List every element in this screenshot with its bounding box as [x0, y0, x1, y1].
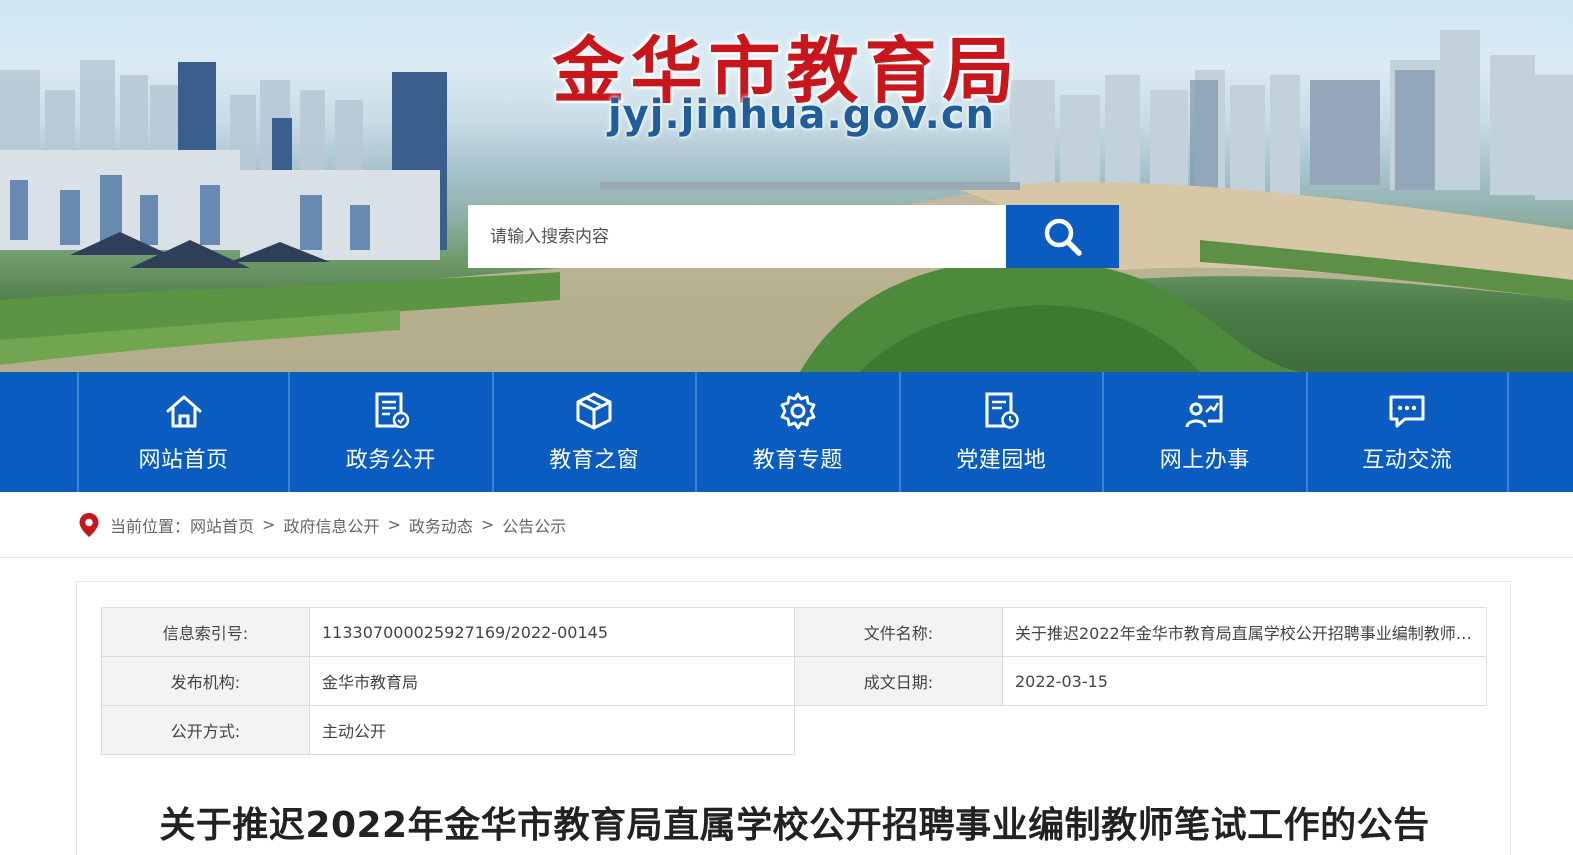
document-clock-icon — [985, 392, 1019, 429]
nav-item-party-building[interactable]: 党建园地 — [898, 372, 1103, 492]
home-icon — [166, 395, 201, 428]
publisher-label: 发布机构: — [101, 656, 310, 706]
chat-bubble-icon — [1389, 395, 1425, 428]
nav-item-gov-affairs[interactable]: 政务公开 — [288, 372, 492, 492]
breadcrumb-home[interactable]: 网站首页 — [190, 513, 254, 537]
nav-label: 网上办事 — [1159, 448, 1250, 473]
nav-item-education-topics[interactable]: 教育专题 — [695, 372, 899, 492]
breadcrumb-separator: > — [480, 515, 495, 534]
nav-label: 教育之窗 — [549, 448, 640, 473]
search-input[interactable] — [468, 205, 1006, 268]
nav-label: 政务公开 — [345, 448, 436, 473]
nav-label: 教育专题 — [752, 448, 843, 473]
nav-item-home[interactable]: 网站首页 — [77, 372, 288, 492]
search-button[interactable] — [1006, 205, 1119, 268]
index-number-label: 信息索引号: — [101, 607, 310, 657]
magnifier-icon — [1044, 218, 1082, 256]
document-name-label: 文件名称: — [794, 607, 1003, 657]
nav-label: 党建园地 — [956, 448, 1047, 473]
header-banner: 金华市教育局 jyj.jinhua.gov.cn — [0, 0, 1573, 372]
nav-label: 网站首页 — [138, 448, 229, 473]
date-value: 2022-03-15 — [1002, 656, 1487, 706]
document-seal-icon — [375, 392, 409, 429]
site-domain: jyj.jinhua.gov.cn — [607, 92, 996, 138]
disclosure-method-label: 公开方式: — [101, 705, 310, 755]
breadcrumb-separator: > — [262, 515, 276, 534]
nav-item-education-window[interactable]: 教育之窗 — [491, 372, 696, 492]
user-chart-icon — [1185, 395, 1223, 428]
date-label: 成文日期: — [794, 656, 1003, 706]
breadcrumb-prefix: 当前位置： — [110, 516, 191, 536]
nav-item-interaction[interactable]: 互动交流 — [1305, 372, 1509, 492]
article-title: 关于推迟2022年金华市教育局直属学校公开招聘事业编制教师笔试工作的公告 — [159, 805, 1430, 846]
nav-item-online-services[interactable]: 网上办事 — [1102, 372, 1306, 492]
breadcrumb-notices[interactable]: 公告公示 — [502, 513, 566, 537]
article-panel: 信息索引号: 113307000025927169/2022-00145 文件名… — [76, 581, 1511, 855]
main-nav: 网站首页 政务公开 教育之窗 教育专题 党建园地 网上办事 互动交流 — [0, 372, 1573, 492]
location-pin-icon — [79, 512, 99, 537]
document-name-value: 关于推迟2022年金华市教育局直属学校公开招聘事业编制教师笔试工作的公告 — [1015, 624, 1481, 643]
document-meta-table: 信息索引号: 113307000025927169/2022-00145 文件名… — [101, 607, 1487, 755]
gear-icon — [780, 392, 816, 430]
disclosure-method-value: 主动公开 — [309, 705, 795, 755]
breadcrumb-separator: > — [387, 515, 401, 534]
cube-icon — [576, 392, 612, 430]
nav-label: 互动交流 — [1362, 448, 1453, 473]
index-number-value: 113307000025927169/2022-00145 — [309, 607, 795, 657]
breadcrumb-gov-news[interactable]: 政务动态 — [409, 513, 473, 537]
breadcrumb-gov-info[interactable]: 政府信息公开 — [283, 513, 379, 537]
publisher-value: 金华市教育局 — [309, 656, 795, 706]
breadcrumb: 当前位置： 网站首页 > 政府信息公开 > 政务动态 > 公告公示 — [0, 492, 1573, 558]
